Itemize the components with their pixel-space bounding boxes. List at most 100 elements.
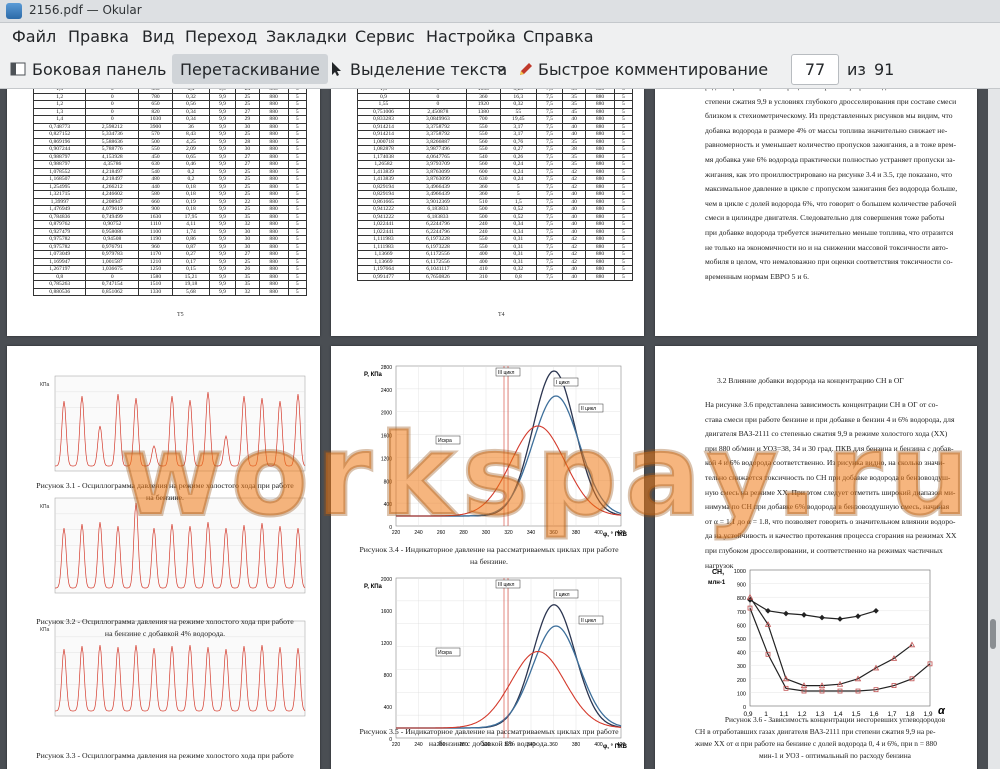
table-cell: 40 xyxy=(561,227,587,236)
table-cell: 7,5 xyxy=(535,190,563,199)
table-cell: 1,4 xyxy=(32,115,87,124)
table-row: 1,022441 6,2244796 240 0,34 7,5 40 880 5 xyxy=(357,227,634,236)
table-cell: 5 xyxy=(287,272,308,281)
table-row: 0,833283 3,0849963 700 19,45 7,5 40 880 5 xyxy=(357,115,634,124)
table-cell: 880 xyxy=(585,265,615,274)
text-select-dropdown[interactable] xyxy=(496,54,506,84)
table-cell: 880 xyxy=(258,280,289,289)
text-line: тельно снижается токсичность по CH при д… xyxy=(705,472,951,482)
table-cell: 7,5 xyxy=(535,152,563,161)
sidebar-toggle-button[interactable]: Боковая панель xyxy=(10,54,166,84)
table-cell: 5 xyxy=(287,197,308,206)
page-thumbnail-1: 1,3 0 580 0,4 9,9 24 880 5 1,2 0 780 0,32 9,9 25 880 5 1… xyxy=(7,89,320,336)
vertical-scrollbar[interactable] xyxy=(988,89,1000,769)
table-cell: 0 xyxy=(85,100,139,109)
table-cell: 5 xyxy=(613,167,634,176)
ch-y-tick: 300 xyxy=(737,664,746,670)
text-line: временным нормам ЕВРО 5 и 6. xyxy=(705,271,809,281)
page-number-label: Т4 xyxy=(498,312,505,318)
table-cell: 880 xyxy=(585,160,615,169)
table-cell: 29 xyxy=(235,115,260,124)
table-cell: 4,079619 xyxy=(85,205,139,214)
table-cell: 880 xyxy=(585,235,615,244)
text-line: чем в цикле с долей водорода 6%, что гов… xyxy=(705,198,957,208)
menu-view[interactable]: Вид xyxy=(142,27,174,46)
table-cell: 1,174038 xyxy=(357,152,410,161)
table-row: 1,321715 4,246602 580 0,18 9,9 25 880 5 xyxy=(32,190,308,199)
table-cell: 500 xyxy=(465,212,501,221)
table-cell: 3,3758792 xyxy=(408,130,467,139)
table-cell: 560 xyxy=(465,137,501,146)
ch-y-tick: 500 xyxy=(737,637,746,643)
document-viewport[interactable]: 1,3 0 580 0,4 9,9 24 880 5 1,2 0 780 0,32 9,9 25 880 5 1… xyxy=(0,89,988,769)
table-cell: 3,8763099 xyxy=(408,167,467,176)
table-cell: 1,111983 xyxy=(357,242,410,251)
oscillogram-figures: КПа КПа КПа xyxy=(40,375,306,717)
table-row: 0,784836 0,749499 1630 17,95 9,9 35 880 5 xyxy=(32,212,308,221)
menu-help[interactable]: Справка xyxy=(523,27,594,46)
table-cell: 7,5 xyxy=(535,130,563,139)
ch-y-tick: 700 xyxy=(737,610,746,616)
menu-bookmarks[interactable]: Закладки xyxy=(266,27,347,46)
ind-x-tick: 380 xyxy=(572,530,581,536)
table-cell: 0,941222 xyxy=(357,205,410,214)
data-table-2: 1,5 0 1600 0,28 7,5 35 880 5 0,9 0 360 16,3 7,5 35 880… xyxy=(357,89,634,281)
scrollbar-thumb[interactable] xyxy=(990,619,996,649)
drag-mode-button[interactable]: Перетаскивание xyxy=(172,54,328,84)
menu-edit[interactable]: Правка xyxy=(68,27,129,46)
ind-x-tick: 420 xyxy=(617,530,626,536)
table-cell: 9,9 xyxy=(208,130,237,139)
ch-y-tick: 900 xyxy=(737,583,746,589)
table-cell: 1380 xyxy=(465,107,501,116)
table-cell: 550 xyxy=(465,130,501,139)
table-cell: 5 xyxy=(287,167,308,176)
table-cell: 0,34 xyxy=(499,220,537,229)
table-cell: 880 xyxy=(585,197,615,206)
table-cell: 1,13669 xyxy=(357,257,410,266)
table-row: 1,13669 6,1172556 400 0,31 7,5 42 880 5 xyxy=(357,250,634,259)
page-number-input[interactable]: 77 xyxy=(791,54,839,85)
table-row: 0,785263 0,747154 1510 19,18 9,9 35 880 5 xyxy=(32,280,308,289)
menu-settings[interactable]: Настройка xyxy=(426,27,516,46)
menu-go[interactable]: Переход xyxy=(185,27,257,46)
table-row: 1,2 0 650 0,56 9,9 25 880 5 xyxy=(32,100,308,109)
table-cell: 5 xyxy=(287,122,308,131)
table-cell: 0,869196 xyxy=(32,137,87,146)
table-cell: 880 xyxy=(258,250,289,259)
table-cell: 880 xyxy=(258,235,289,244)
quick-annotate-button[interactable]: Быстрое комментирование xyxy=(518,54,768,84)
table-row: 1,169947 1,001587 1210 0,17 9,9 25 880 5 xyxy=(32,257,308,266)
table-cell: 5 xyxy=(287,235,308,244)
table-cell: 880 xyxy=(585,152,615,161)
text-select-label: Выделение текста xyxy=(350,59,508,79)
table-cell: 1,022441 xyxy=(357,220,410,229)
menu-file[interactable]: Файл xyxy=(12,27,56,46)
table-cell: 9,9 xyxy=(208,145,237,154)
table-cell: 25 xyxy=(235,175,260,184)
table-cell: 0,829194 xyxy=(357,190,410,199)
table-cell: 1,413839 xyxy=(357,167,410,176)
table-cell: 5 xyxy=(613,107,634,116)
table-cell: 30 xyxy=(235,242,260,251)
caption-line: мин-1 и УОЗ - оптимальный по расходу бен… xyxy=(759,751,911,760)
table-cell: 16,3 xyxy=(499,92,537,101)
ch-y-axis-unit: млн-1 xyxy=(708,580,726,586)
table-cell: 1920 xyxy=(465,100,501,109)
table-cell: 0,65 xyxy=(172,152,210,161)
table-cell: 880 xyxy=(258,115,289,124)
text-line: мобиля в целом, что немаловажно при оцен… xyxy=(705,257,953,267)
table-cell: 1,082878 xyxy=(357,145,410,154)
menu-tools[interactable]: Сервис xyxy=(355,27,415,46)
caption-line: на бензине с добавкой 4% водорода. xyxy=(104,629,226,638)
table-cell: 28 xyxy=(235,137,260,146)
table-row: 0,991477 6,7650826 310 0,8 7,5 40 880 5 xyxy=(357,272,634,281)
table-cell: 5 xyxy=(613,265,634,274)
table-cell: 0,8 xyxy=(32,272,87,281)
table-cell: 5 xyxy=(287,107,308,116)
ind-y-tick: 800 xyxy=(384,673,393,679)
table-row: 1,4 0 1030 0,34 9,9 29 880 5 xyxy=(32,115,308,124)
table-cell: 9,9 xyxy=(208,167,237,176)
text-select-button[interactable]: Выделение текста xyxy=(328,54,507,84)
table-cell: 3,3758792 xyxy=(408,122,467,131)
caption-line: Рисунок 3.1 - Осциллограмма давления на … xyxy=(36,481,294,490)
